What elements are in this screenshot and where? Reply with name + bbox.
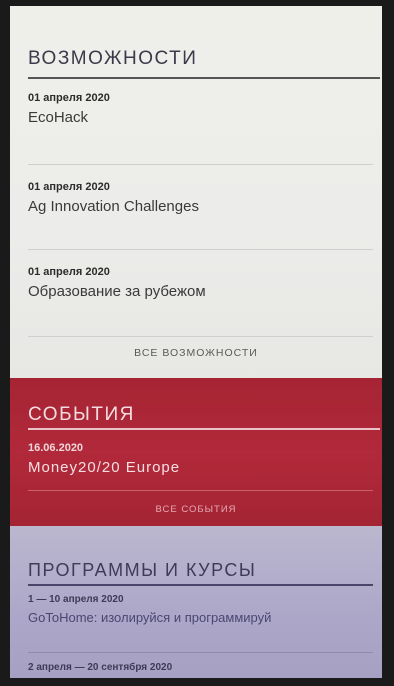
events-heading: СОБЫТИЯ — [28, 404, 135, 425]
all-opportunities-link[interactable]: ВСЕ ВОЗМОЖНОСТИ — [10, 347, 382, 359]
all-events-link[interactable]: ВСЕ СОБЫТИЯ — [10, 504, 382, 515]
program-date: 2 апреля — 20 сентября 2020 — [28, 662, 173, 673]
item-divider — [28, 652, 373, 653]
events-section: СОБЫТИЯ 16.06.2020 Money20/20 Europe ВСЕ… — [10, 378, 382, 526]
item-divider — [28, 249, 373, 250]
program-title[interactable]: GoToHome: изолируйся и программируй — [28, 610, 368, 626]
opportunity-date: 01 апреля 2020 — [28, 92, 110, 104]
opportunities-heading: ВОЗМОЖНОСТИ — [28, 48, 198, 69]
item-divider — [28, 490, 373, 491]
opportunities-section: ВОЗМОЖНОСТИ 01 апреля 2020 EcoHack 01 ап… — [10, 6, 382, 378]
program-item[interactable]: 1 — 10 апреля 2020 GoToHome: изолируйся … — [28, 594, 368, 626]
opportunity-title[interactable]: Ag Innovation Challenges — [28, 198, 368, 215]
program-date: 1 — 10 апреля 2020 — [28, 594, 124, 605]
programs-section: ПРОГРАММЫ И КУРСЫ 1 — 10 апреля 2020 GoT… — [10, 526, 382, 678]
opportunity-item[interactable]: 01 апреля 2020 EcoHack — [28, 92, 368, 126]
item-divider — [28, 164, 373, 165]
opportunity-date: 01 апреля 2020 — [28, 266, 110, 278]
event-date: 16.06.2020 — [28, 442, 84, 454]
programs-divider — [28, 584, 373, 586]
opportunities-divider — [28, 77, 380, 79]
item-divider — [28, 336, 373, 337]
events-divider — [28, 428, 380, 430]
event-title[interactable]: Money20/20 Europe — [28, 459, 368, 476]
opportunity-title[interactable]: Образование за рубежом — [28, 283, 368, 300]
phone-frame: ВОЗМОЖНОСТИ 01 апреля 2020 EcoHack 01 ап… — [0, 0, 394, 686]
program-item[interactable]: 2 апреля — 20 сентября 2020 — [28, 662, 368, 673]
screen: ВОЗМОЖНОСТИ 01 апреля 2020 EcoHack 01 ап… — [10, 6, 382, 678]
opportunity-item[interactable]: 01 апреля 2020 Образование за рубежом — [28, 266, 368, 300]
event-item[interactable]: 16.06.2020 Money20/20 Europe — [28, 442, 368, 476]
opportunity-item[interactable]: 01 апреля 2020 Ag Innovation Challenges — [28, 181, 368, 215]
opportunity-date: 01 апреля 2020 — [28, 181, 110, 193]
opportunity-title[interactable]: EcoHack — [28, 109, 368, 126]
programs-heading: ПРОГРАММЫ И КУРСЫ — [28, 560, 257, 580]
